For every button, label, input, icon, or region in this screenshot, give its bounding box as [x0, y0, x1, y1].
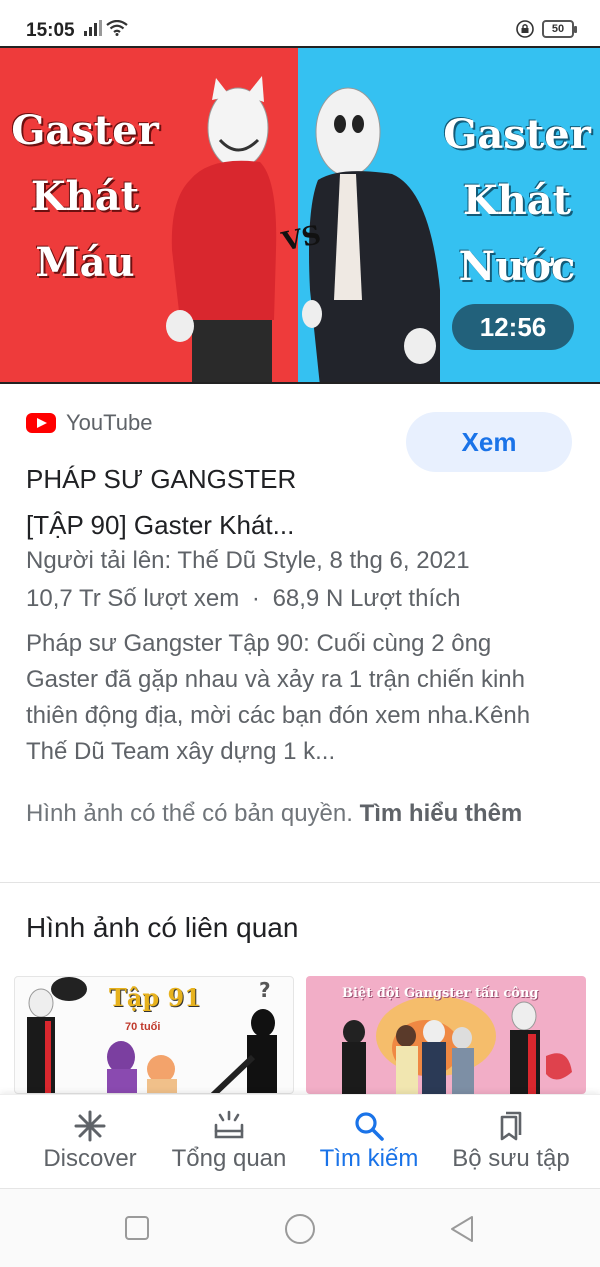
- lock-icon: [516, 20, 534, 38]
- video-thumbnail[interactable]: Gaster Khát Máu Gaster Khát Nước VS 12:5…: [0, 46, 600, 384]
- signal-wifi-icons: [84, 20, 128, 36]
- nav-discover[interactable]: Discover: [24, 1095, 156, 1189]
- nav-label: Discover: [43, 1145, 137, 1172]
- related-2-caption: Biệt đội Gangster tấn công: [342, 986, 539, 1001]
- youtube-icon: [26, 413, 56, 433]
- watch-button[interactable]: Xem: [406, 412, 572, 472]
- left-title-line: Máu: [35, 239, 135, 286]
- status-right: 50: [516, 20, 577, 38]
- like-count: 68,9 N Lượt thích: [272, 585, 461, 612]
- learn-more-link[interactable]: Tìm hiểu thêm: [360, 800, 523, 827]
- wifi-icon: [106, 20, 128, 36]
- status-time: 15:05: [26, 20, 75, 41]
- signal-icon: [84, 20, 102, 36]
- system-navigation-bar: [0, 1188, 600, 1267]
- related-image-2[interactable]: Biệt đội Gangster tấn công: [306, 976, 586, 1094]
- related-1-caption: Tập 91: [109, 983, 201, 1012]
- right-title-line: Nước: [458, 243, 576, 290]
- video-description: Pháp sư Gangster Tập 90: Cuối cùng 2 ông…: [26, 630, 531, 765]
- svg-text:?: ?: [259, 978, 271, 1002]
- uploader-info: Người tải lên: Thế Dũ Style, 8 thg 6, 20…: [26, 547, 470, 574]
- title-line: PHÁP SƯ GANGSTER: [26, 464, 297, 494]
- back-icon[interactable]: [448, 1214, 476, 1244]
- nav-label: Bộ sưu tập: [452, 1145, 570, 1172]
- asterisk-icon: [74, 1110, 106, 1142]
- left-title-line: Gaster: [11, 107, 159, 154]
- search-icon: [355, 1112, 384, 1141]
- right-title-line: Khát: [462, 177, 572, 224]
- nav-collections[interactable]: Bộ sưu tập: [440, 1095, 582, 1189]
- divider: [0, 882, 600, 883]
- stats-separator: ·: [251, 585, 260, 612]
- right-title-line: Gaster: [443, 111, 591, 158]
- source-name: YouTube: [66, 410, 153, 435]
- source-row[interactable]: YouTube: [26, 410, 152, 436]
- battery-icon: 50: [542, 20, 577, 38]
- nav-search[interactable]: Tìm kiếm: [306, 1095, 432, 1189]
- copyright-text: Hình ảnh có thể có bản quyền.: [26, 800, 353, 827]
- status-bar: 15:05 50: [0, 0, 600, 46]
- right-figure-image: [302, 87, 440, 382]
- left-title-line: Khát: [30, 173, 140, 220]
- thumbnail-right-title: Gaster Khát Nước: [436, 102, 598, 300]
- collections-icon: [500, 1111, 522, 1141]
- duration-badge: 12:56: [452, 304, 574, 350]
- thumbnail-left-title: Gaster Khát Máu: [4, 98, 166, 296]
- nav-label: Tìm kiếm: [319, 1145, 419, 1172]
- left-figure-image: [166, 76, 277, 382]
- nav-label: Tổng quan: [171, 1145, 287, 1172]
- view-count: 10,7 Tr Số lượt xem: [26, 585, 240, 612]
- copyright-notice: Hình ảnh có thể có bản quyền. Tìm hiểu t…: [26, 796, 566, 832]
- bottom-navigation: Discover Tổng quan Tìm kiếm Bộ sưu tập: [0, 1094, 600, 1188]
- related-heading: Hình ảnh có liên quan: [26, 912, 299, 943]
- related-image-1[interactable]: ? Tập 91 70 tuổi: [14, 976, 294, 1094]
- result-title[interactable]: PHÁP SƯ GANGSTER [TẬP 90] Gaster Khát...: [26, 456, 396, 548]
- home-icon[interactable]: [284, 1213, 316, 1245]
- recents-icon[interactable]: [124, 1215, 150, 1241]
- overview-icon: [214, 1110, 244, 1139]
- nav-overview[interactable]: Tổng quan: [160, 1095, 298, 1189]
- related-1-subcaption: 70 tuổi: [125, 1021, 161, 1033]
- video-stats: 10,7 Tr Số lượt xem · 68,9 N Lượt thích: [26, 580, 460, 618]
